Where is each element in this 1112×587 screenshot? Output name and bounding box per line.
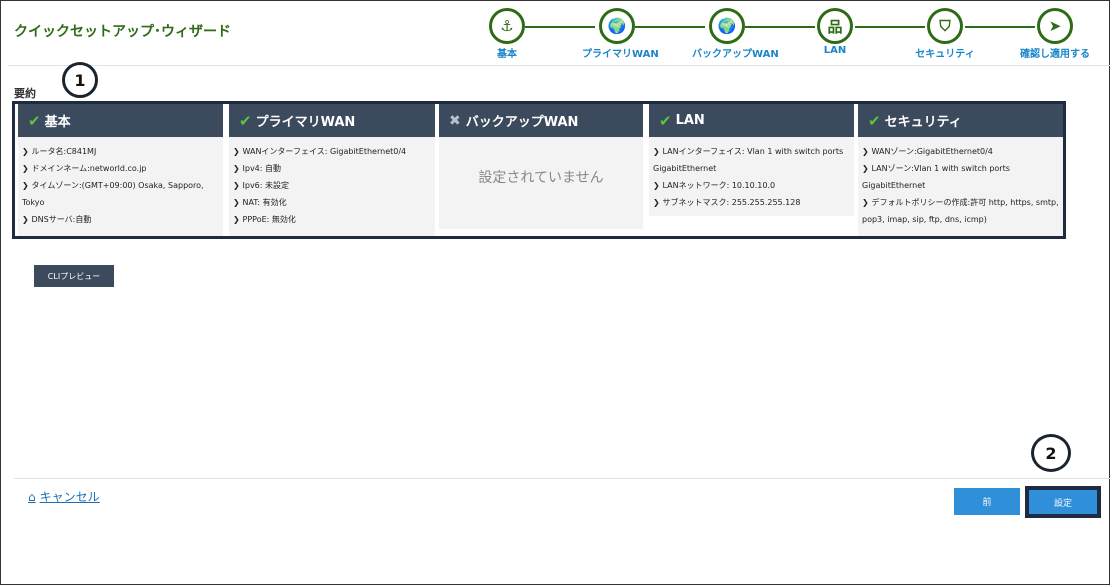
summary-column-primary-wan: ✔ プライマリWAN WANインターフェイス: GigabitEthernet0… [229,104,435,236]
list-item: PPPoE: 無効化 [233,211,431,228]
list-item: Ipv6: 未設定 [233,177,431,194]
wizard-step-confirm[interactable]: ➤ 確認し適用する [1020,8,1090,60]
list-item: DNSサーバ:自動 [22,211,219,228]
step-label: 基本 [497,49,517,60]
column-body: ルータ名:C841MJ ドメインネーム:networld.co.jp タイムゾー… [18,137,223,228]
column-title: セキュリティ [884,115,962,130]
column-body: LANインターフェイス: Vlan 1 with switch ports Gi… [649,137,854,211]
callout-badge-1: 1 [62,62,98,98]
column-body: WANインターフェイス: GigabitEthernet0/4 Ipv4: 自動… [229,137,435,228]
summary-column-backup-wan: ✖ バックアップWAN 設定されていません [439,104,643,229]
step-label: 確認し適用する [1020,49,1090,60]
wizard-step-security[interactable]: ⛉ セキュリティ [910,8,980,60]
globe-icon: 🌍 [709,8,745,44]
page-title: クイックセットアップ･ウィザード [14,24,231,40]
list-item: LANインターフェイス: Vlan 1 with switch ports Gi… [653,143,850,177]
wizard-step-basic[interactable]: ⚓ 基本 [472,8,542,60]
apply-button[interactable]: 設定 [1025,486,1101,518]
column-title: LAN [675,113,705,128]
close-icon: ✖ [449,112,461,129]
column-header: ✔ 基本 [18,104,223,137]
list-item: タイムゾーン:(GMT+09:00) Osaka, Sapporo, Tokyo [22,177,219,211]
cancel-label: キャンセル [39,490,100,504]
summary-panel: ✔ 基本 ルータ名:C841MJ ドメインネーム:networld.co.jp … [12,101,1066,239]
list-item: ドメインネーム:networld.co.jp [22,160,219,177]
network-icon: 品 [817,8,853,44]
column-header: ✖ バックアップWAN [439,104,643,137]
list-item: デフォルトポリシーの作成:許可 http, https, smtp, pop3,… [862,194,1059,228]
list-item: WANゾーン:GigabitEthernet0/4 [862,143,1059,160]
check-icon: ✔ [28,111,41,130]
cli-preview-button[interactable]: CLIプレビュー [34,265,114,287]
home-icon: ⌂ [28,489,36,504]
callout-badge-2: 2 [1031,434,1071,472]
column-title: 基本 [44,115,71,130]
empty-state: 設定されていません [478,170,604,186]
shield-icon: ⛉ [927,8,963,44]
check-icon: ✔ [239,111,252,130]
footer-divider [14,478,1110,479]
check-icon: ✔ [868,111,881,130]
list-item: NAT: 有効化 [233,194,431,211]
previous-button[interactable]: 前 [954,488,1020,515]
summary-label: 要約 [14,87,36,100]
list-item: ルータ名:C841MJ [22,143,219,160]
summary-column-lan: ✔ LAN LANインターフェイス: Vlan 1 with switch po… [649,104,854,216]
column-header: ✔ プライマリWAN [229,104,435,137]
wizard-step-backup-wan[interactable]: 🌍 バックアップWAN [692,8,779,60]
header-divider [8,65,1110,66]
cancel-link[interactable]: ⌂ キャンセル [28,488,100,505]
step-label: セキュリティ [915,49,975,60]
list-item: サブネットマスク: 255.255.255.128 [653,194,850,211]
column-header: ✔ LAN [649,104,854,137]
list-item: Ipv4: 自動 [233,160,431,177]
check-icon: ✔ [659,111,672,130]
anchor-icon: ⚓ [489,8,525,44]
wizard-step-primary-wan[interactable]: 🌍 プライマリWAN [582,8,659,60]
step-label: バックアップWAN [692,49,779,60]
window-frame [0,0,1110,585]
step-label: LAN [823,45,847,56]
column-title: プライマリWAN [255,115,356,130]
summary-column-basic: ✔ 基本 ルータ名:C841MJ ドメインネーム:networld.co.jp … [18,104,223,236]
column-body: WANゾーン:GigabitEthernet0/4 LANゾーン:Vlan 1 … [858,137,1063,228]
list-item: LANネットワーク: 10.10.10.0 [653,177,850,194]
step-label: プライマリWAN [582,49,659,60]
column-title: バックアップWAN [465,115,579,130]
send-icon: ➤ [1037,8,1073,44]
summary-column-security: ✔ セキュリティ WANゾーン:GigabitEthernet0/4 LANゾー… [858,104,1063,236]
wizard-step-lan[interactable]: 品 LAN [800,8,870,56]
globe-icon: 🌍 [599,8,635,44]
column-header: ✔ セキュリティ [858,104,1063,137]
list-item: WANインターフェイス: GigabitEthernet0/4 [233,143,431,160]
list-item: LANゾーン:Vlan 1 with switch ports GigabitE… [862,160,1059,194]
